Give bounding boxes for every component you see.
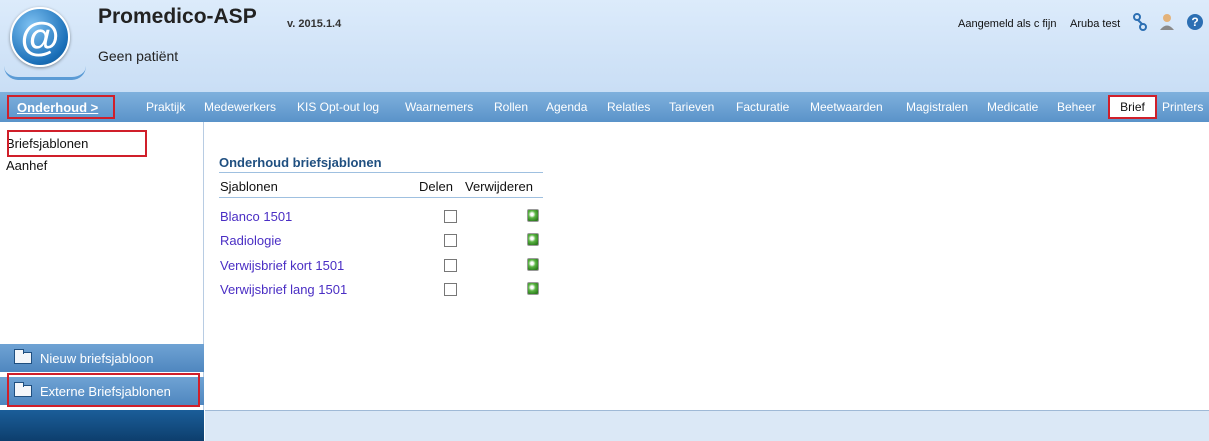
current-patient: Geen patiënt (98, 48, 179, 64)
app-header: @ Promedico-ASP v. 2015.1.4 Geen patiënt… (0, 0, 1209, 92)
column-header-verwijderen: Verwijderen (465, 179, 533, 194)
network-icon[interactable] (1131, 13, 1149, 31)
logged-in-label: Aangemeld als c fijn (958, 18, 1057, 30)
nav-brief[interactable]: Brief (1108, 95, 1157, 119)
app-title: Promedico-ASP (98, 5, 257, 28)
delete-icon[interactable] (527, 209, 539, 222)
svg-text:?: ? (1191, 15, 1198, 29)
nav-agenda[interactable]: Agenda (546, 100, 587, 114)
header-divider (219, 197, 543, 198)
nav-rollen[interactable]: Rollen (494, 100, 528, 114)
title-divider (219, 172, 543, 173)
template-link[interactable]: Radiologie (220, 233, 281, 248)
share-checkbox[interactable] (444, 234, 457, 247)
column-header-delen: Delen (419, 179, 453, 194)
nav-facturatie[interactable]: Facturatie (736, 100, 789, 114)
sidebar-item-aanhef[interactable]: Aanhef (0, 156, 204, 174)
nav-medicatie[interactable]: Medicatie (987, 100, 1038, 114)
nav-kis-opt-out-log[interactable]: KIS Opt-out log (297, 100, 379, 114)
main-footer (205, 410, 1209, 441)
external-templates-highlight (7, 373, 200, 407)
user-name: Aruba test (1070, 18, 1121, 30)
app-version: v. 2015.1.4 (287, 18, 342, 30)
help-icon[interactable]: ? (1186, 13, 1204, 31)
sidebar-selection-highlight (7, 130, 147, 157)
new-template-button[interactable]: Nieuw briefsjabloon (0, 344, 204, 372)
nav-magistralen[interactable]: Magistralen (906, 100, 968, 114)
column-header-sjablonen: Sjablonen (220, 179, 278, 194)
nav-printers[interactable]: Printers (1162, 100, 1203, 114)
main-navbar: Onderhoud > Praktijk Medewerkers KIS Opt… (0, 92, 1209, 122)
share-checkbox[interactable] (444, 210, 457, 223)
nav-onderhoud[interactable]: Onderhoud > (7, 95, 115, 119)
nav-praktijk[interactable]: Praktijk (146, 100, 185, 114)
delete-icon[interactable] (527, 258, 539, 271)
delete-icon[interactable] (527, 233, 539, 246)
user-icon[interactable] (1158, 13, 1176, 31)
delete-icon[interactable] (527, 282, 539, 295)
page-title: Onderhoud briefsjablonen (219, 155, 382, 170)
nav-meetwaarden[interactable]: Meetwaarden (810, 100, 883, 114)
nav-relaties[interactable]: Relaties (607, 100, 650, 114)
share-checkbox[interactable] (444, 283, 457, 296)
template-link[interactable]: Verwijsbrief kort 1501 (220, 258, 344, 273)
nav-tarieven[interactable]: Tarieven (669, 100, 714, 114)
promedico-logo-icon: @ (10, 7, 70, 67)
logo-swoosh (4, 66, 86, 80)
template-link[interactable]: Verwijsbrief lang 1501 (220, 282, 347, 297)
template-link[interactable]: Blanco 1501 (220, 209, 292, 224)
new-template-label: Nieuw briefsjabloon (40, 350, 154, 366)
nav-medewerkers[interactable]: Medewerkers (204, 100, 276, 114)
nav-beheer[interactable]: Beheer (1057, 100, 1096, 114)
nav-waarnemers[interactable]: Waarnemers (405, 100, 473, 114)
share-checkbox[interactable] (444, 259, 457, 272)
folder-icon (14, 349, 32, 364)
sidebar-footer (0, 410, 204, 441)
